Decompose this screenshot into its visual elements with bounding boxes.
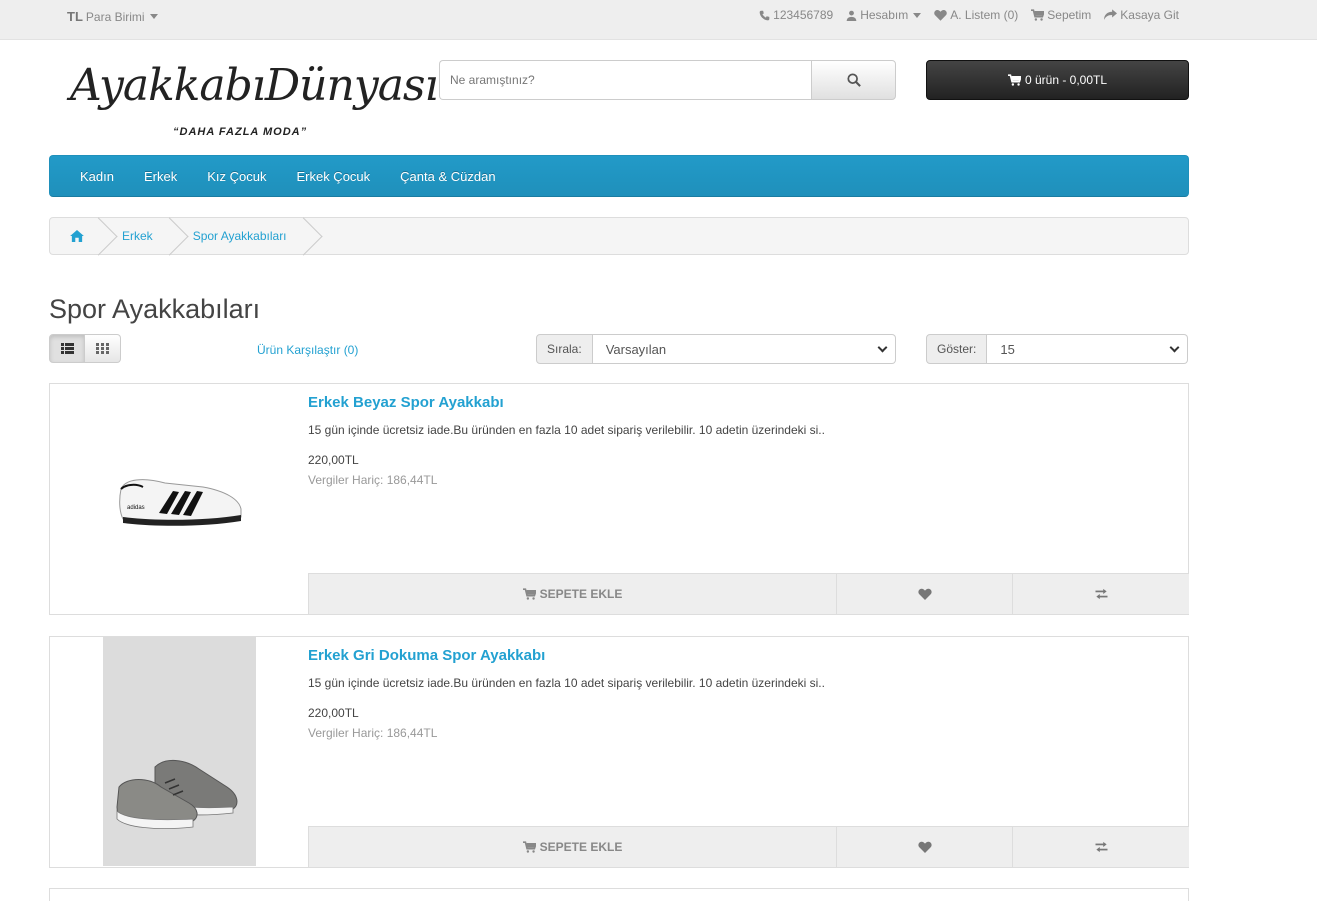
product-actions: SEPETE EKLE [308, 826, 1189, 867]
grid-view-button[interactable] [85, 334, 121, 363]
cart-icon [522, 588, 536, 600]
sort-select[interactable]: Varsayılan [592, 334, 896, 364]
exchange-icon [1095, 588, 1107, 600]
add-to-cart-label: SEPETE EKLE [539, 587, 623, 601]
product-name-link[interactable]: Erkek Gri Dokuma Spor Ayakkabı [308, 647, 545, 664]
product-description: 15 gün içinde ücretsiz iade.Bu üründen e… [308, 423, 825, 437]
top-links: 123456789 Hesabım A. Listem (0) Sepetim … [759, 8, 1179, 22]
grid-icon [96, 343, 109, 354]
checkout-link[interactable]: Kasaya Git [1104, 8, 1179, 22]
search-bar [439, 60, 896, 100]
add-to-cart-label: SEPETE EKLE [539, 840, 623, 854]
sort-label: Sırala: [536, 334, 593, 364]
cart-icon [522, 841, 536, 853]
share-icon [1104, 9, 1118, 20]
product-tax: Vergiler Hariç: 186,44TL [308, 473, 438, 487]
logo-subtitle: “DAHA FAZLA MODA” [173, 126, 308, 138]
breadcrumb-item-erkek[interactable]: Erkek [102, 218, 173, 254]
cart-icon [1007, 74, 1021, 86]
product-compare-link[interactable]: Ürün Karşılaştır (0) [257, 343, 358, 357]
heart-icon [934, 9, 948, 21]
sort-control: Sırala: Varsayılan [536, 334, 896, 364]
menu-item-erkek-cocuk[interactable]: Erkek Çocuk [281, 169, 385, 184]
add-to-wishlist-button[interactable] [836, 574, 1012, 614]
currency-symbol: TL [67, 9, 83, 24]
product-card: Erkek Gri Dokuma Spor Ayakkabı 15 gün iç… [49, 636, 1189, 868]
home-icon [70, 230, 84, 242]
grey-sneaker-image [115, 759, 237, 829]
caret-down-icon [913, 12, 922, 18]
top-bar: TL Para Birimi 123456789 Hesabım A. List… [0, 0, 1317, 40]
heart-icon [917, 841, 932, 853]
compare-button[interactable] [1012, 827, 1189, 867]
cart-icon [1031, 9, 1045, 21]
checkout-label: Kasaya Git [1120, 8, 1179, 22]
phone-link[interactable]: 123456789 [759, 8, 833, 22]
user-icon [846, 10, 857, 21]
limit-value: 15 [1000, 341, 1015, 357]
add-to-cart-button[interactable]: SEPETE EKLE [308, 827, 836, 867]
add-to-wishlist-button[interactable] [836, 827, 1012, 867]
product-actions: SEPETE EKLE [308, 573, 1189, 614]
sort-value: Varsayılan [605, 341, 667, 357]
list-icon [60, 343, 74, 354]
chevron-down-icon [877, 342, 888, 352]
product-card: adidas Erkek Beyaz Spor Ayakkabı 15 gün … [49, 383, 1189, 615]
limit-select[interactable]: 15 [987, 334, 1188, 364]
list-view-button[interactable] [49, 334, 85, 363]
product-image[interactable] [103, 637, 256, 866]
menu-item-canta-cuzdan[interactable]: Çanta & Cüzdan [385, 169, 510, 184]
product-price: 220,00TL [308, 453, 359, 467]
svg-text:adidas: adidas [127, 505, 145, 511]
logo-title: AyakkabıDünyası [70, 60, 439, 111]
breadcrumb-home[interactable] [50, 218, 102, 254]
phone-number: 123456789 [773, 8, 834, 22]
breadcrumb: Erkek Spor Ayakkabıları [49, 217, 1189, 255]
account-label: Hesabım [860, 8, 909, 22]
caret-down-icon [149, 14, 158, 19]
compare-button[interactable] [1012, 574, 1189, 614]
menu-item-erkek[interactable]: Erkek [129, 169, 192, 184]
phone-icon [759, 10, 770, 20]
breadcrumb-item-spor[interactable]: Spor Ayakkabıları [173, 218, 307, 254]
search-button[interactable] [811, 60, 896, 100]
white-sneaker-image: adidas [118, 478, 241, 526]
add-to-cart-button[interactable]: SEPETE EKLE [308, 574, 836, 614]
search-icon [846, 73, 861, 87]
product-name-link[interactable]: Erkek Beyaz Spor Ayakkabı [308, 394, 504, 411]
product-tax: Vergiler Hariç: 186,44TL [308, 726, 438, 740]
search-input[interactable] [439, 60, 811, 100]
product-price: 220,00TL [308, 706, 359, 720]
heart-icon [917, 588, 932, 600]
currency-label: Para Birimi [85, 9, 145, 24]
cart-label: Sepetim [1047, 8, 1092, 22]
limit-control: Göster: 15 [926, 334, 1188, 364]
main-menu: Kadın Erkek Kız Çocuk Erkek Çocuk Çanta … [49, 155, 1189, 197]
cart-link[interactable]: Sepetim [1031, 8, 1091, 22]
limit-label: Göster: [926, 334, 988, 364]
page-title: Spor Ayakkabıları [49, 294, 261, 324]
product-image[interactable]: adidas [103, 384, 256, 613]
product-description: 15 gün içinde ücretsiz iade.Bu üründen e… [308, 676, 825, 690]
currency-dropdown[interactable]: TL Para Birimi [67, 9, 158, 24]
exchange-icon [1095, 841, 1107, 853]
cart-summary-button[interactable]: 0 ürün - 0,00TL [926, 60, 1189, 100]
view-switch [49, 334, 121, 363]
wishlist-link[interactable]: A. Listem (0) [934, 8, 1018, 22]
cart-summary-label: 0 ürün - 0,00TL [1024, 73, 1108, 87]
wishlist-label: A. Listem (0) [950, 8, 1019, 22]
account-link[interactable]: Hesabım [846, 8, 922, 22]
chevron-down-icon [1169, 342, 1180, 352]
site-logo[interactable]: AyakkabıDünyası “DAHA FAZLA MODA” [70, 60, 439, 142]
menu-item-kadin[interactable]: Kadın [65, 169, 129, 184]
product-card [49, 888, 1189, 901]
menu-item-kiz-cocuk[interactable]: Kız Çocuk [192, 169, 281, 184]
